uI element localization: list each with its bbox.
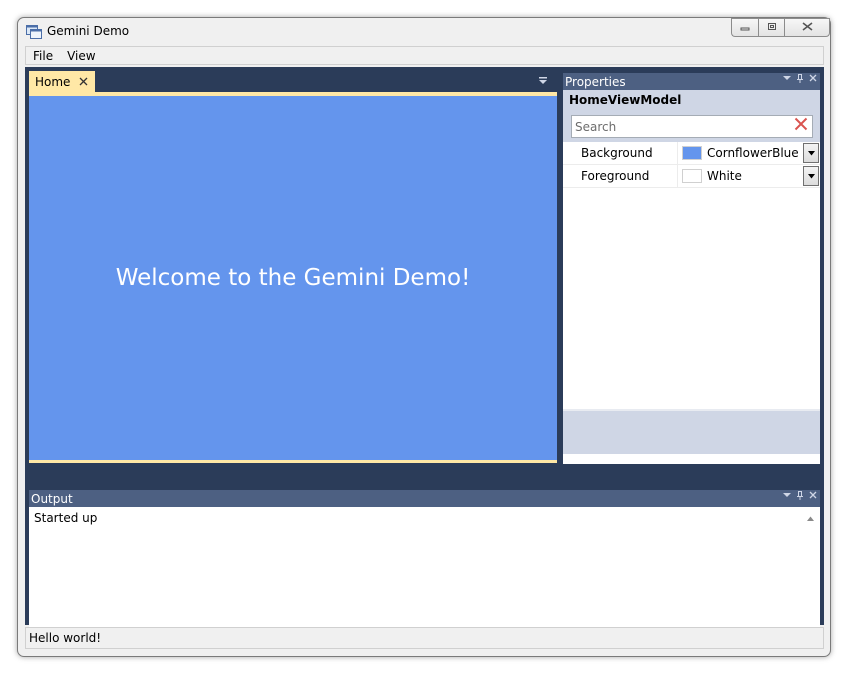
search-input[interactable] xyxy=(575,119,785,134)
menu-file[interactable]: File xyxy=(26,49,60,63)
maximize-button[interactable] xyxy=(758,18,784,37)
chevron-down-icon[interactable] xyxy=(783,491,791,503)
close-button[interactable] xyxy=(784,18,830,37)
tab-close-icon[interactable] xyxy=(79,75,88,89)
output-title: Output xyxy=(31,491,73,506)
selected-object-name: HomeViewModel xyxy=(563,90,820,110)
minimize-icon xyxy=(740,21,750,34)
tab-home-label: Home xyxy=(35,74,71,89)
property-value-text: CornflowerBlue xyxy=(707,146,799,160)
output-panel: Output Started up xyxy=(29,490,820,641)
app-window: Gemini Demo File View Home Welcome to th… xyxy=(17,17,831,657)
output-header[interactable]: Output xyxy=(29,490,820,507)
close-icon xyxy=(802,21,813,34)
scroll-up-icon[interactable] xyxy=(807,514,814,523)
properties-panel: Properties HomeViewModel Search Backgrou… xyxy=(563,73,820,464)
clear-search-icon[interactable] xyxy=(794,117,808,135)
menu-bar: File View xyxy=(25,46,824,65)
pin-icon[interactable] xyxy=(797,491,803,503)
close-icon[interactable] xyxy=(809,74,817,86)
status-text: Hello world! xyxy=(29,631,102,645)
output-log[interactable]: Started up xyxy=(29,507,820,529)
dropdown-button[interactable] xyxy=(803,143,819,163)
chevron-down-icon[interactable] xyxy=(783,74,791,86)
property-name: Background xyxy=(563,142,678,164)
property-value[interactable]: CornflowerBlue xyxy=(678,142,820,164)
menu-view[interactable]: View xyxy=(60,49,102,63)
property-row-foreground[interactable]: Foreground White xyxy=(563,165,820,188)
property-row-background[interactable]: Background CornflowerBlue xyxy=(563,142,820,165)
tab-home[interactable]: Home xyxy=(29,71,95,92)
properties-title: Properties xyxy=(565,74,626,89)
title-bar[interactable]: Gemini Demo xyxy=(18,18,830,46)
color-swatch xyxy=(682,169,702,183)
caption-buttons xyxy=(731,18,830,37)
app-window-icon xyxy=(26,25,42,39)
search-box xyxy=(571,115,813,138)
dropdown-button[interactable] xyxy=(803,166,819,186)
property-value[interactable]: White xyxy=(678,165,820,187)
color-swatch xyxy=(682,146,702,160)
window-title: Gemini Demo xyxy=(47,24,130,38)
dock-area: Home Welcome to the Gemini Demo! Propert… xyxy=(25,67,824,641)
welcome-text: Welcome to the Gemini Demo! xyxy=(115,265,471,291)
minimize-button[interactable] xyxy=(731,18,758,37)
document-frame: Welcome to the Gemini Demo! xyxy=(29,92,557,463)
output-scrollbar[interactable] xyxy=(805,511,817,638)
close-icon[interactable] xyxy=(809,491,817,503)
home-view: Welcome to the Gemini Demo! xyxy=(29,96,557,460)
property-value-text: White xyxy=(707,169,742,183)
status-bar: Hello world! xyxy=(25,627,824,649)
document-list-dropdown-icon[interactable] xyxy=(538,76,548,88)
pin-icon[interactable] xyxy=(797,74,803,86)
maximize-icon xyxy=(767,21,777,34)
property-grid-empty xyxy=(563,188,820,411)
properties-header[interactable]: Properties xyxy=(563,73,820,90)
property-name: Foreground xyxy=(563,165,678,187)
search-area xyxy=(563,110,820,142)
property-description-pane xyxy=(563,411,820,454)
